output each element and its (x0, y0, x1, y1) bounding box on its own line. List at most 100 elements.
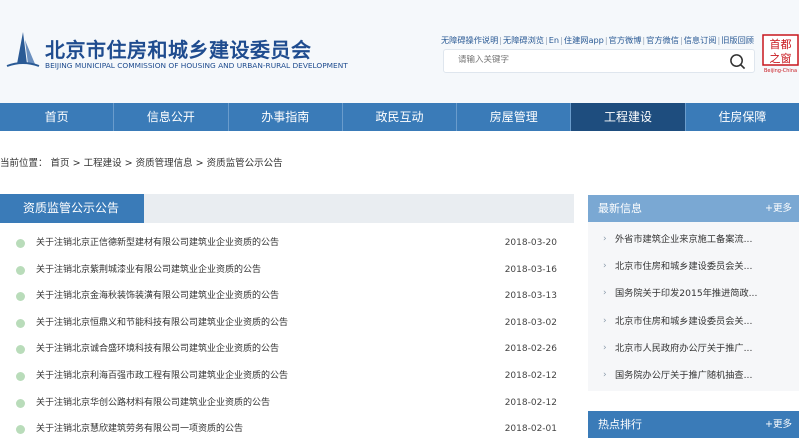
notice-title[interactable]: 关于注销北京正信德新型建材有限公司建筑业企业资质的公告 (36, 230, 279, 257)
news-title[interactable]: 外省市建筑企业来京施工备案流... (615, 234, 752, 245)
top-link[interactable]: 住建网app (564, 35, 604, 45)
site-title[interactable]: 北京市住房和城乡建设委员会 (45, 34, 312, 63)
news-title[interactable]: 国务院办公厅关于推广随机抽查... (615, 370, 752, 381)
top-link[interactable]: 官方微信 (646, 35, 679, 45)
bullet-dot-icon (16, 318, 25, 328)
notice-title[interactable]: 关于注销北京利海百强市政工程有限公司建筑业企业资质的公告 (36, 363, 288, 390)
top-link[interactable]: 信息订阅 (684, 35, 717, 45)
bullet-dot-icon (16, 398, 25, 408)
notice-title[interactable]: 关于注销北京华创公路材料有限公司建筑业企业资质的公告 (36, 390, 270, 417)
news-title[interactable]: 北京市人民政府办公厅关于推广... (615, 343, 752, 354)
breadcrumb-item[interactable]: 首页 (51, 158, 70, 169)
breadcrumb-item[interactable]: 资质管理信息 (136, 158, 193, 169)
hot-ranking-title: 热点排行 (598, 418, 642, 431)
bullet-dot-icon (16, 425, 25, 435)
list-item[interactable]: 关于注销北京恒鼎义和节能科技有限公司建筑业企业资质的公告 2018-03-02 (0, 310, 574, 337)
nav-item[interactable]: 信息公开 (114, 103, 229, 131)
chevron-right-icon: › (603, 315, 607, 326)
latest-news-header: 最新信息 +更多 (588, 195, 799, 222)
news-item[interactable]: › 北京市人民政府办公厅关于推广... (588, 335, 799, 362)
chevron-right-icon: › (603, 234, 607, 244)
news-item[interactable]: › 外省市建筑企业来京施工备案流... (588, 226, 799, 253)
list-item[interactable]: 关于注销北京华创公路材料有限公司建筑业企业资质的公告 2018-02-12 (0, 390, 574, 417)
capital-window-badge[interactable]: 首都 之窗 Beijing-China (762, 34, 799, 74)
logo-icon[interactable] (5, 30, 41, 70)
latest-news-box: 最新信息 +更多 › 外省市建筑企业来京施工备案流... › 北京市住房和城乡建设委员… (588, 195, 799, 391)
top-link-separator: | (499, 35, 503, 45)
notice-list: 关于注销北京正信德新型建材有限公司建筑业企业资质的公告 2018-03-20 关于注… (0, 230, 574, 443)
notice-title[interactable]: 关于注销北京金海秋装饰装潢有限公司建筑业企业资质的公告 (36, 283, 279, 310)
top-link-separator: | (717, 35, 721, 45)
chevron-right-icon: › (603, 342, 607, 353)
top-link[interactable]: En (549, 35, 559, 45)
nav-item[interactable]: 工程建设 (571, 103, 686, 131)
nav-item[interactable]: 政民互动 (343, 103, 458, 131)
top-link-separator: | (679, 35, 683, 45)
top-link[interactable]: 官方微博 (609, 35, 642, 45)
site-header: 北京市住房和城乡建设委员会 BEIJING MUNICIPAL COMMISSI… (0, 0, 799, 103)
bullet-dot-icon (16, 265, 25, 275)
badge-text-en: Beijing-China (764, 68, 797, 74)
badge-text-bottom: 之窗 (770, 51, 792, 65)
list-item[interactable]: 关于注销北京金海秋装饰装潢有限公司建筑业企业资质的公告 2018-03-13 (0, 283, 574, 310)
latest-news-title: 最新信息 (598, 202, 642, 215)
latest-news-list: › 外省市建筑企业来京施工备案流... › 北京市住房和城乡建设委员会关... › 国务院… (588, 222, 799, 389)
nav-item[interactable]: 办事指南 (229, 103, 343, 131)
search-icon[interactable] (729, 53, 746, 70)
top-link[interactable]: 旧版回顾 (721, 35, 754, 45)
main-nav: 首页 信息公开 办事指南 政民互动 房屋管理 工程建设 住房保障 (0, 103, 799, 131)
news-item[interactable]: › 北京市住房和城乡建设委员会关... (588, 253, 799, 280)
bullet-dot-icon (16, 292, 25, 302)
news-title[interactable]: 国务院关于印发2015年推进简政... (615, 288, 757, 299)
notice-title[interactable]: 关于注销北京紫荆城漆业有限公司建筑业企业资质的公告 (36, 257, 261, 284)
notice-date: 2018-03-02 (504, 317, 557, 328)
nav-item[interactable]: 住房保障 (686, 103, 799, 131)
nav-item[interactable]: 房屋管理 (457, 103, 572, 131)
notice-title[interactable]: 关于注销北京恒鼎义和节能科技有限公司建筑业企业资质的公告 (36, 310, 288, 337)
notice-date: 2018-03-13 (504, 291, 557, 302)
notice-date: 2018-03-20 (504, 238, 557, 248)
search-input[interactable] (458, 55, 718, 65)
breadcrumb-prefix: 当前位置： (0, 158, 48, 169)
notice-date: 2018-02-01 (504, 424, 557, 435)
list-item[interactable]: 关于注销北京诚合盛环境科技有限公司建筑业企业资质的公告 2018-02-26 (0, 336, 574, 363)
top-links: 无障碍操作说明|无障碍浏览|En|住建网app|官方微博|官方微信|信息订阅|旧… (441, 34, 754, 46)
list-item[interactable]: 关于注销北京正信德新型建材有限公司建筑业企业资质的公告 2018-03-20 (0, 230, 574, 257)
top-link[interactable]: 无障碍浏览 (503, 35, 544, 45)
breadcrumb: 当前位置： 首页 > 工程建设 > 资质管理信息 > 资质监管公示公告 (0, 155, 283, 169)
news-title[interactable]: 北京市住房和城乡建设委员会关... (615, 316, 752, 327)
breadcrumb-separator: > (192, 158, 207, 169)
notice-title[interactable]: 关于注销北京诚合盛环境科技有限公司建筑业企业资质的公告 (36, 336, 279, 363)
chevron-right-icon: › (603, 261, 607, 272)
notice-date: 2018-02-12 (504, 397, 557, 408)
chevron-right-icon: › (603, 369, 607, 380)
notice-date: 2018-02-26 (504, 344, 557, 355)
panel-header: 资质监管公示公告 (0, 194, 574, 223)
top-link-separator: | (642, 35, 646, 45)
news-item[interactable]: › 国务院办公厅关于推广随机抽查... (588, 362, 799, 389)
news-item[interactable]: › 北京市住房和城乡建设委员会关... (588, 308, 799, 335)
news-item[interactable]: › 国务院关于印发2015年推进简政... (588, 280, 799, 307)
tab-qualification-notices[interactable]: 资质监管公示公告 (0, 194, 144, 223)
hot-ranking-more-link[interactable]: +更多 (765, 411, 792, 438)
latest-news-more-link[interactable]: +更多 (765, 195, 792, 222)
bullet-dot-icon (16, 371, 25, 381)
badge-text-top: 首都 (770, 37, 792, 51)
breadcrumb-item: 资质监管公示公告 (206, 158, 283, 169)
list-item[interactable]: 关于注销北京紫荆城漆业有限公司建筑业企业资质的公告 2018-03-16 (0, 257, 574, 284)
news-title[interactable]: 北京市住房和城乡建设委员会关... (615, 261, 752, 272)
list-item[interactable]: 关于注销北京慧欣建筑劳务有限公司一项资质的公告 2018-02-01 (0, 416, 574, 443)
notice-panel: 资质监管公示公告 关于注销北京正信德新型建材有限公司建筑业企业资质的公告 2018… (0, 194, 574, 444)
hot-ranking-box: 热点排行 +更多 (588, 411, 799, 444)
top-link[interactable]: 无障碍操作说明 (441, 35, 498, 45)
notice-date: 2018-02-12 (504, 370, 557, 381)
bullet-dot-icon (16, 345, 25, 355)
breadcrumb-item[interactable]: 工程建设 (84, 158, 122, 169)
bullet-dot-icon (16, 239, 25, 248)
top-link-separator: | (604, 35, 608, 45)
list-item[interactable]: 关于注销北京利海百强市政工程有限公司建筑业企业资质的公告 2018-02-12 (0, 363, 574, 390)
nav-item[interactable]: 首页 (0, 103, 115, 131)
chevron-right-icon: › (603, 288, 607, 299)
notice-title[interactable]: 关于注销北京慧欣建筑劳务有限公司一项资质的公告 (36, 416, 243, 443)
top-link-separator: | (544, 35, 548, 45)
